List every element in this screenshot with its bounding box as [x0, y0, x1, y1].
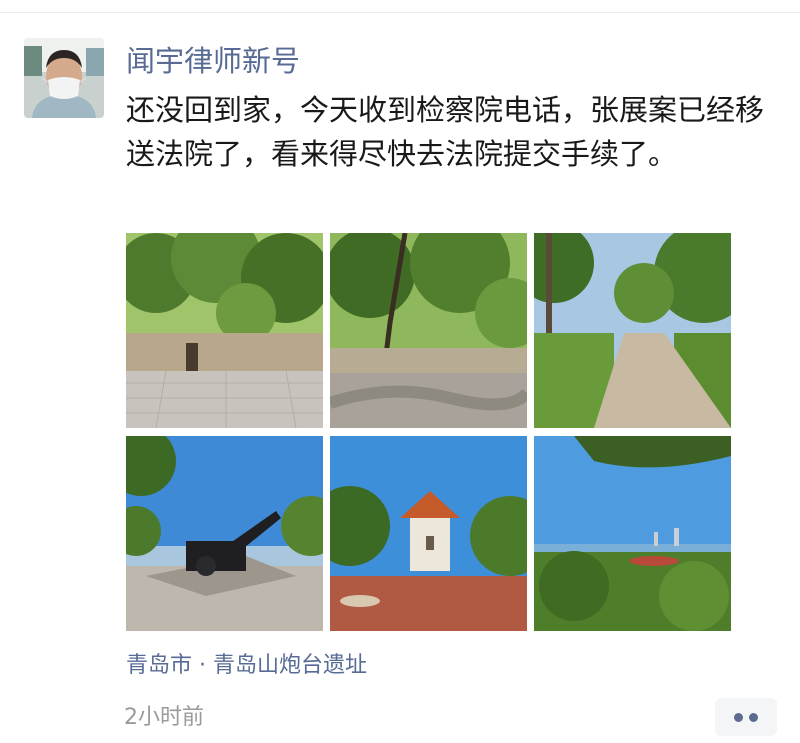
post-text: 还没回到家，今天收到检察院电话，张展案已经移送法院了，看来得尽快去法院提交手续了…	[126, 93, 765, 171]
top-divider	[0, 12, 800, 13]
photo-3[interactable]	[534, 233, 731, 428]
more-dot	[734, 713, 743, 722]
avatar[interactable]	[24, 38, 104, 118]
photo-5[interactable]	[330, 436, 527, 631]
photo-2[interactable]	[330, 233, 527, 428]
author-name[interactable]: 闻宇律师新号	[126, 40, 300, 82]
location-link[interactable]: 青岛市 · 青岛山炮台遗址	[126, 650, 367, 682]
photo-1[interactable]	[126, 233, 323, 428]
photo-6[interactable]	[534, 436, 731, 631]
more-dots-icon[interactable]	[715, 698, 777, 736]
avatar-image	[24, 38, 104, 118]
photo-grid	[126, 233, 732, 631]
timestamp: 2小时前	[124, 705, 204, 730]
photo-4[interactable]	[126, 436, 323, 631]
more-dot	[749, 713, 758, 722]
